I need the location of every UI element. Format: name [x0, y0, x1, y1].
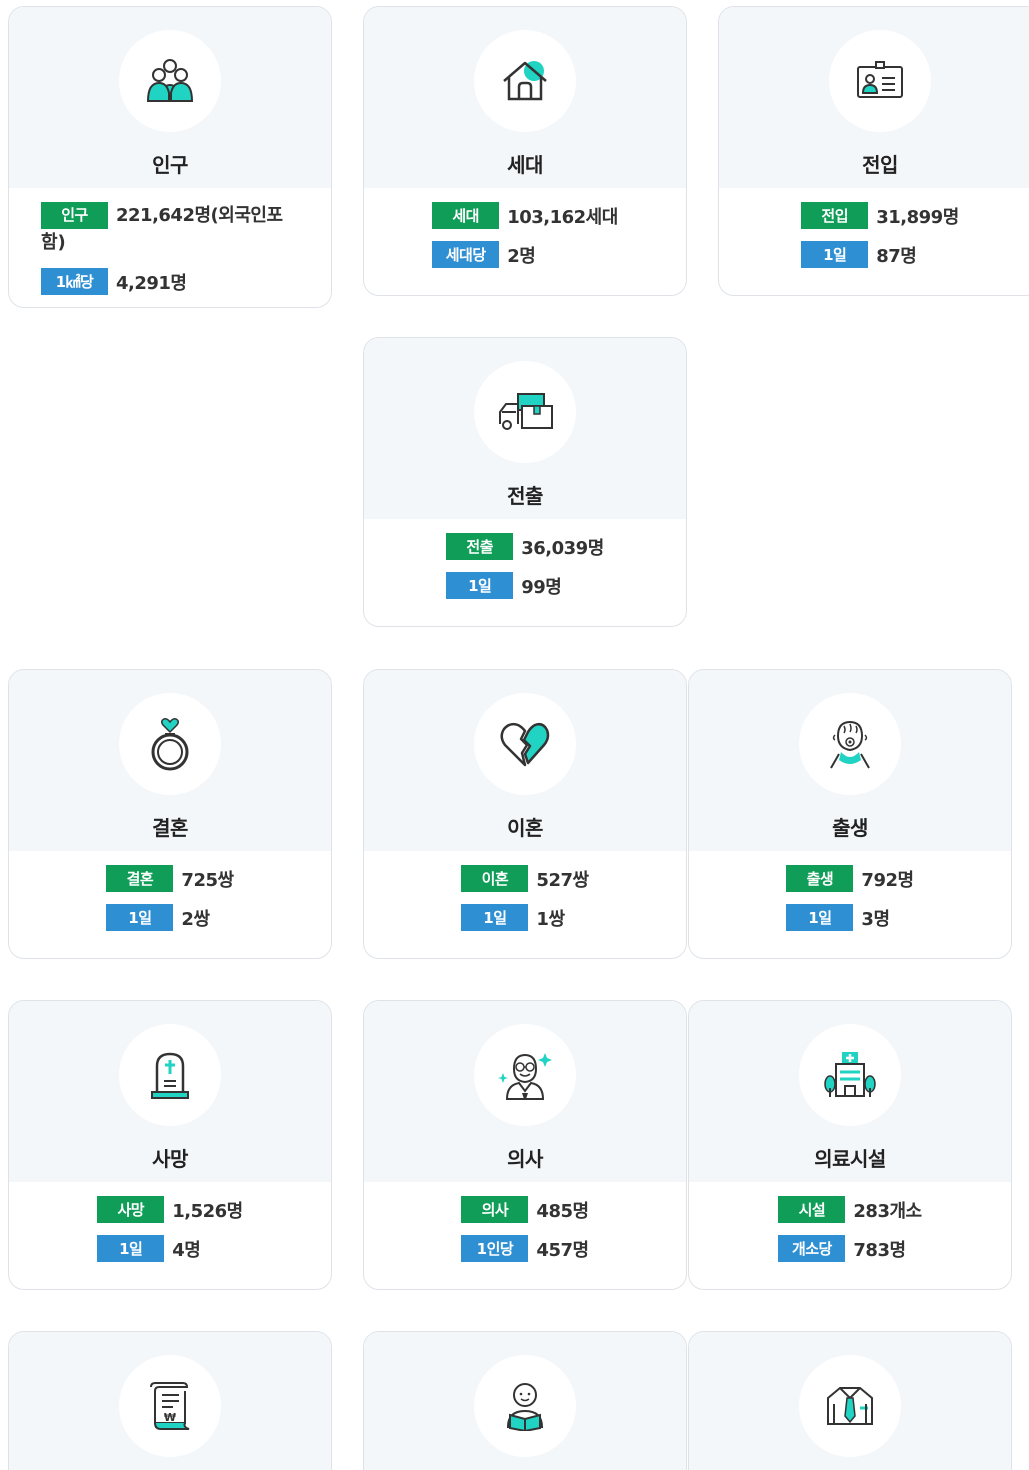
hospital-icon	[799, 1024, 901, 1126]
shirt-icon	[799, 1355, 901, 1457]
card-title: 출생	[832, 816, 868, 840]
per-household-value: 2명	[507, 245, 536, 267]
divorce-value: 527쌍	[536, 869, 589, 891]
card-title: 전입	[862, 153, 898, 177]
broken-heart-icon	[474, 693, 576, 795]
per-day-value: 2쌍	[181, 908, 210, 930]
per-day-tag: 1일	[446, 572, 514, 599]
doctor-card: 의사 의사 485명 1인당 457명	[363, 1000, 687, 1290]
per-day-tag: 1일	[97, 1235, 165, 1262]
card-title: 인구	[152, 153, 188, 177]
id-card-icon	[829, 30, 931, 132]
death-card: 사망 사망 1,526명 1일 4명	[8, 1000, 332, 1290]
marriage-card: 결혼 결혼 725쌍 1일 2쌍	[8, 669, 332, 959]
household-tag: 세대	[432, 202, 500, 229]
per-day-tag: 1일	[461, 904, 529, 931]
card-title: 의사	[507, 1147, 543, 1171]
birth-card: 출생 출생 792명 1일 3명	[688, 669, 1012, 959]
facility-value: 283개소	[853, 1200, 922, 1222]
per-day-value: 1쌍	[536, 908, 565, 930]
doctor-value: 485명	[536, 1200, 589, 1222]
divorce-tag: 이혼	[461, 865, 529, 892]
card-title: 사망	[152, 1147, 188, 1171]
household-card: 세대 세대 103,162세대 세대당 2명	[363, 6, 687, 296]
bill-card: ₩	[8, 1331, 332, 1470]
population-tag: 인구	[41, 202, 108, 229]
density-tag: 1㎢당	[41, 268, 108, 295]
birth-value: 792명	[861, 869, 914, 891]
move-in-tag: 전입	[801, 202, 869, 229]
medical-facility-card: 의료시설 시설 283개소 개소당 783명	[688, 1000, 1012, 1290]
card-title: 세대	[507, 153, 543, 177]
move-in-value: 31,899명	[876, 206, 959, 228]
house-icon	[474, 30, 576, 132]
card-title: 이혼	[507, 816, 543, 840]
doctor-icon	[474, 1024, 576, 1126]
per-day-tag: 1일	[106, 904, 174, 931]
household-value: 103,162세대	[507, 206, 618, 228]
move-out-tag: 전출	[446, 533, 514, 560]
death-tag: 사망	[97, 1196, 165, 1223]
doctor-tag: 의사	[461, 1196, 529, 1223]
ring-icon	[119, 693, 221, 795]
death-value: 1,526명	[172, 1200, 243, 1222]
divorce-card: 이혼 이혼 527쌍 1일 1쌍	[363, 669, 687, 959]
people-icon	[119, 30, 221, 132]
per-day-value: 4명	[172, 1239, 201, 1261]
per-person-value: 457명	[536, 1239, 589, 1261]
tombstone-icon	[119, 1024, 221, 1126]
per-day-value: 99명	[521, 576, 562, 598]
population-card: 인구 인구 221,642명(외국인포 함) 1㎢당 4,291명	[8, 6, 332, 308]
per-facility-tag: 개소당	[778, 1235, 846, 1262]
move-out-card: 전출 전출 36,039명 1일 99명	[363, 337, 687, 627]
facility-tag: 시설	[778, 1196, 846, 1223]
population-value-wrap: 함)	[41, 232, 66, 253]
per-person-tag: 1인당	[461, 1235, 529, 1262]
truck-icon	[474, 361, 576, 463]
baby-icon	[799, 693, 901, 795]
card-title: 전출	[507, 484, 543, 508]
reader-card	[363, 1331, 687, 1470]
marriage-value: 725쌍	[181, 869, 234, 891]
population-value: 221,642명(외국인포	[116, 205, 283, 226]
bill-icon: ₩	[119, 1355, 221, 1457]
per-day-tag: 1일	[786, 904, 854, 931]
per-day-value: 3명	[861, 908, 890, 930]
card-title: 의료시설	[814, 1147, 886, 1171]
shirt-card	[688, 1331, 1012, 1470]
svg-text:₩: ₩	[164, 1411, 176, 1424]
move-in-card: 전입 전입 31,899명 1일 87명	[718, 6, 1029, 296]
density-value: 4,291명	[116, 272, 187, 294]
per-day-value: 87명	[876, 245, 917, 267]
per-household-tag: 세대당	[432, 241, 500, 268]
card-title: 결혼	[152, 816, 188, 840]
per-facility-value: 783명	[853, 1239, 906, 1261]
birth-tag: 출생	[786, 865, 854, 892]
marriage-tag: 결혼	[106, 865, 174, 892]
per-day-tag: 1일	[801, 241, 869, 268]
move-out-value: 36,039명	[521, 537, 604, 559]
reader-icon	[474, 1355, 576, 1457]
